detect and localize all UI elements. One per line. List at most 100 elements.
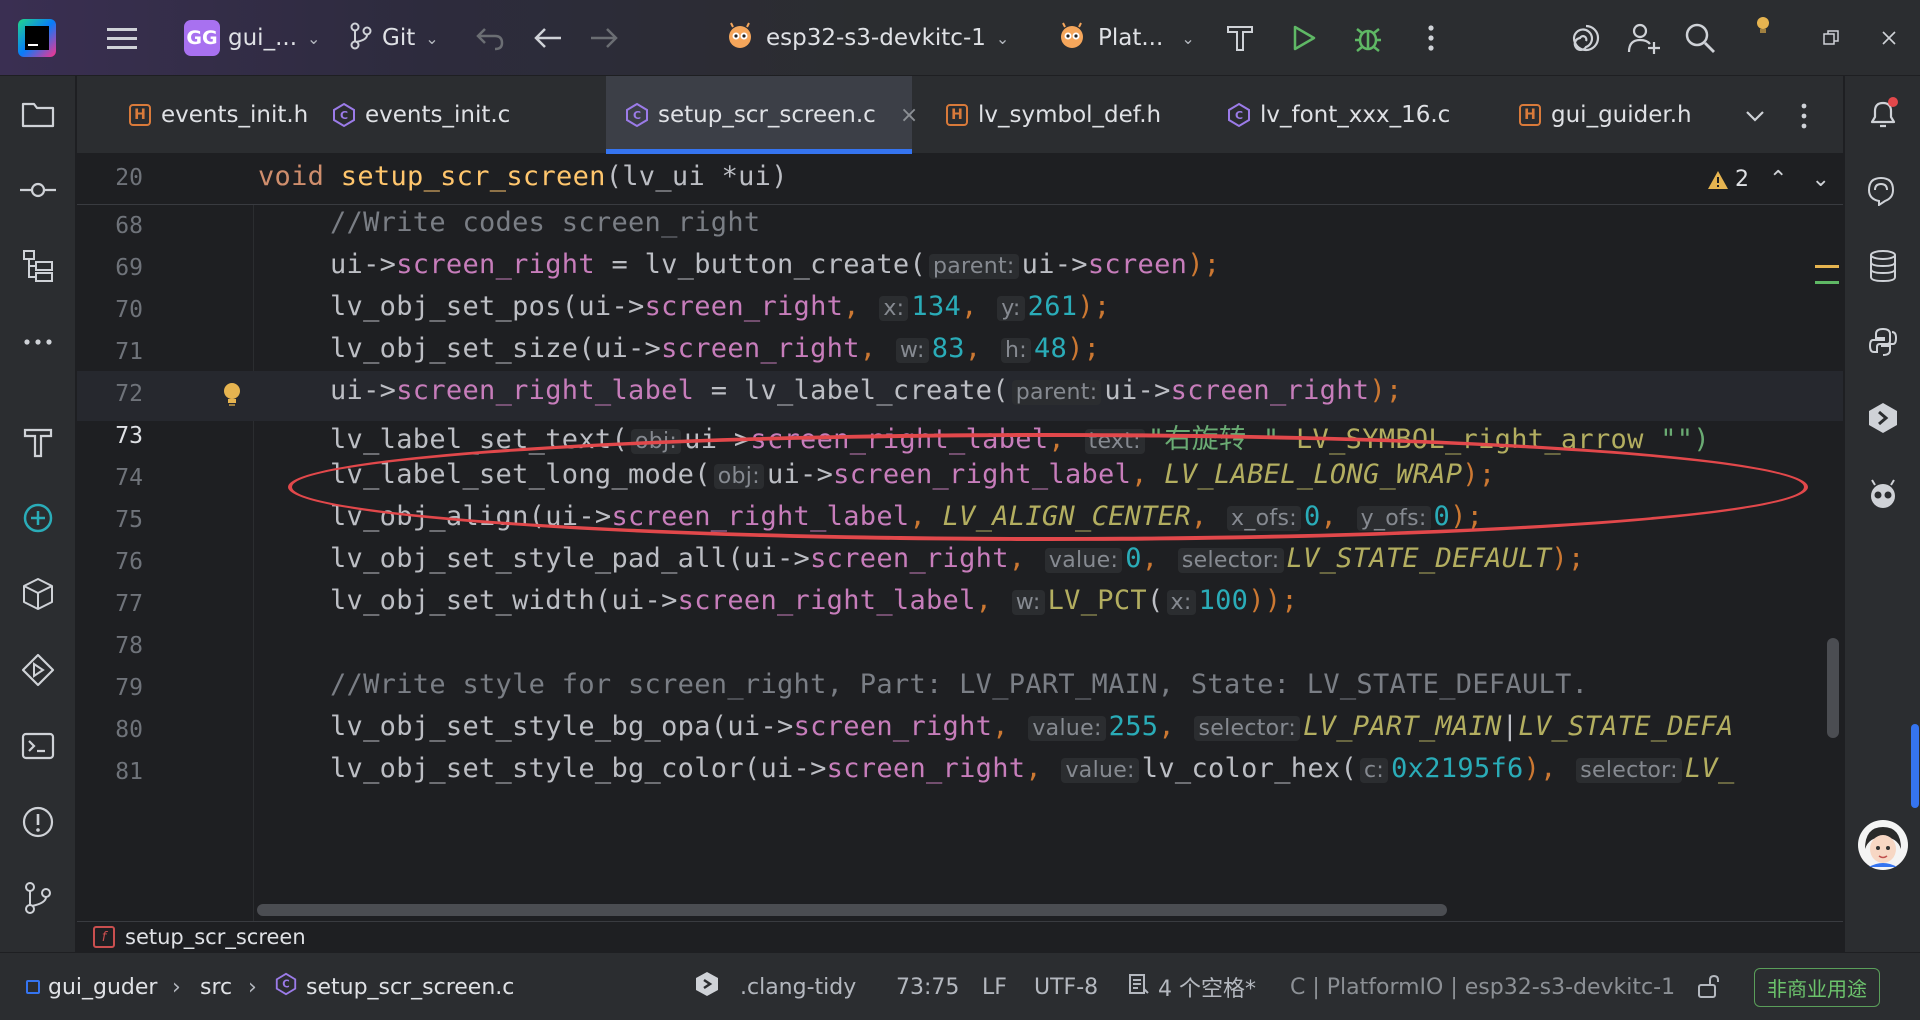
hamburger-menu-icon[interactable] bbox=[102, 0, 142, 76]
update-bulb-icon[interactable] bbox=[1748, 0, 1778, 50]
status-file[interactable]: C setup_scr_screen.c bbox=[274, 953, 514, 1020]
tab-label: gui_guider.h bbox=[1551, 102, 1692, 128]
sticky-scope-header[interactable]: 20 void setup_scr_screen(lv_ui *ui) 2 ⌃ … bbox=[77, 155, 1843, 205]
notifications-icon[interactable] bbox=[1845, 90, 1920, 138]
svg-text:C: C bbox=[340, 109, 348, 122]
tab-events-init-h[interactable]: H events_init.h bbox=[109, 76, 308, 154]
module-icon bbox=[26, 980, 40, 994]
status-bar: gui_guder › src › C setup_scr_screen.c .… bbox=[0, 952, 1920, 1020]
hammer-icon[interactable] bbox=[0, 418, 76, 466]
indent-label: 4 个空格* bbox=[1158, 977, 1256, 1002]
problems-icon[interactable] bbox=[0, 798, 76, 846]
undo-icon[interactable] bbox=[470, 0, 510, 76]
folder-icon[interactable] bbox=[0, 90, 76, 138]
warning-icon bbox=[1708, 170, 1728, 189]
tab-label: events_init.c bbox=[365, 102, 511, 128]
forward-arrow-icon[interactable] bbox=[584, 0, 624, 76]
vcs-menu[interactable]: Git ⌄ bbox=[350, 0, 439, 76]
database-icon[interactable] bbox=[1845, 242, 1920, 290]
app-logo-icon[interactable] bbox=[18, 0, 56, 76]
code-line-69: ui->screen_right = lv_button_create(pare… bbox=[330, 249, 1221, 280]
code-line-77: lv_obj_set_width(ui->screen_right_label,… bbox=[330, 585, 1298, 616]
c-file-icon: C bbox=[331, 102, 357, 128]
vertical-scrollbar[interactable] bbox=[1827, 638, 1839, 738]
code-line-76: lv_obj_set_style_pad_all(ui->screen_righ… bbox=[330, 543, 1585, 574]
line-number: 78 bbox=[115, 633, 143, 659]
language-context[interactable]: C | PlatformIO | esp32-s3-devkitc-1 bbox=[1290, 953, 1675, 1020]
code-line-70: lv_obj_set_pos(ui->screen_right, x: 134, … bbox=[330, 291, 1111, 322]
tabs-overflow-chevron-icon[interactable] bbox=[1737, 98, 1773, 134]
status-file-label: setup_scr_screen.c bbox=[306, 974, 515, 1000]
clang-tidy-status[interactable]: .clang-tidy bbox=[694, 953, 856, 1020]
line-number: 77 bbox=[115, 591, 143, 617]
project-selector[interactable]: GG gui_... ⌄ bbox=[184, 0, 320, 76]
terminal-icon[interactable] bbox=[0, 722, 76, 770]
project-name: gui_... bbox=[228, 25, 297, 51]
avatar-icon[interactable] bbox=[1845, 814, 1920, 876]
status-project-label: gui_guder bbox=[48, 974, 158, 1000]
svg-text:C: C bbox=[282, 980, 289, 991]
commit-icon[interactable] bbox=[0, 166, 76, 214]
packages-icon[interactable] bbox=[0, 570, 76, 618]
warnings-indicator[interactable]: 2 ⌃ ⌄ bbox=[1707, 167, 1830, 192]
tab-lv-font-xxx-16-c[interactable]: C lv_font_xxx_16.c bbox=[1208, 76, 1450, 154]
line-ending[interactable]: LF bbox=[982, 953, 1007, 1020]
run-debug-icon[interactable] bbox=[0, 646, 76, 694]
line-number: 70 bbox=[115, 297, 143, 323]
ai-chat-icon[interactable] bbox=[1845, 166, 1920, 214]
lock-icon[interactable] bbox=[1696, 953, 1722, 1020]
tab-gui-guider-h[interactable]: H gui_guider.h bbox=[1499, 76, 1729, 154]
clang-tidy-icon bbox=[694, 971, 720, 1003]
tab-events-init-c[interactable]: C events_init.c bbox=[313, 76, 521, 154]
restore-window-icon[interactable] bbox=[1816, 0, 1846, 76]
add-circle-icon[interactable] bbox=[0, 494, 76, 542]
change-stripe-mark[interactable] bbox=[1815, 281, 1839, 284]
python-icon[interactable] bbox=[1845, 318, 1920, 366]
caret-position[interactable]: 73:75 bbox=[896, 953, 959, 1020]
back-arrow-icon[interactable] bbox=[528, 0, 568, 76]
intention-bulb-icon[interactable] bbox=[221, 381, 243, 409]
indent-settings[interactable]: 4 个空格* bbox=[1128, 953, 1256, 1020]
breadcrumb-function[interactable]: setup_scr_screen bbox=[125, 925, 306, 949]
title-bar: GG gui_... ⌄ Git ⌄ esp32-s3-devkitc-1 ⌄ … bbox=[0, 0, 1920, 76]
license-status[interactable]: 非商业用途 bbox=[1754, 953, 1880, 1020]
plugin-selector[interactable]: Plat... ⌄ bbox=[1058, 0, 1195, 76]
code-line-68: //Write codes screen_right bbox=[330, 207, 761, 238]
structure-icon[interactable] bbox=[0, 242, 76, 290]
more-horizontal-icon[interactable] bbox=[0, 318, 76, 366]
code-line-81: lv_obj_set_style_bg_color(ui->screen_rig… bbox=[330, 753, 1735, 784]
more-vertical-icon[interactable] bbox=[1416, 0, 1446, 76]
plugin-icon[interactable] bbox=[1845, 394, 1920, 442]
line-number-current: 73 bbox=[115, 423, 143, 449]
code-line-74: lv_label_set_long_mode(obj: ui->screen_ri… bbox=[330, 459, 1496, 490]
previous-highlight-icon[interactable]: ⌃ bbox=[1769, 167, 1787, 192]
line-number: 80 bbox=[115, 717, 143, 743]
status-project[interactable]: gui_guder bbox=[26, 953, 157, 1020]
tab-lv-symbol-def-h[interactable]: H lv_symbol_def.h bbox=[926, 76, 1161, 154]
more-vertical-icon[interactable] bbox=[1789, 98, 1819, 134]
platformio-icon[interactable] bbox=[1845, 470, 1920, 518]
debug-bug-icon[interactable] bbox=[1348, 0, 1388, 76]
svg-text:C: C bbox=[633, 109, 641, 122]
warning-count: 2 bbox=[1735, 167, 1749, 192]
warning-stripe-mark[interactable] bbox=[1815, 265, 1839, 268]
search-icon[interactable] bbox=[1680, 0, 1720, 76]
status-folder[interactable]: src bbox=[200, 953, 232, 1020]
next-highlight-icon[interactable]: ⌄ bbox=[1811, 167, 1829, 192]
git-icon[interactable] bbox=[0, 874, 76, 922]
c-file-icon: C bbox=[624, 102, 650, 128]
close-tab-icon[interactable]: × bbox=[900, 103, 918, 128]
file-encoding[interactable]: UTF-8 bbox=[1034, 953, 1098, 1020]
code-breadcrumb[interactable]: f setup_scr_screen bbox=[77, 921, 1843, 952]
code-line-72: ui->screen_right_label = lv_label_create… bbox=[330, 375, 1403, 406]
add-user-icon[interactable] bbox=[1624, 0, 1664, 76]
tab-setup-scr-screen-c[interactable]: C setup_scr_screen.c × bbox=[606, 76, 918, 154]
run-icon[interactable] bbox=[1286, 0, 1322, 76]
close-window-icon[interactable] bbox=[1874, 0, 1904, 76]
horizontal-scrollbar[interactable] bbox=[257, 904, 1447, 916]
run-config-selector[interactable]: esp32-s3-devkitc-1 ⌄ bbox=[726, 0, 1009, 76]
build-hammer-icon[interactable] bbox=[1222, 0, 1258, 76]
ai-spiral-icon[interactable] bbox=[1566, 0, 1606, 76]
header-file-icon: H bbox=[1519, 104, 1541, 126]
code-editor[interactable]: 20 void setup_scr_screen(lv_ui *ui) 2 ⌃ … bbox=[77, 155, 1843, 921]
